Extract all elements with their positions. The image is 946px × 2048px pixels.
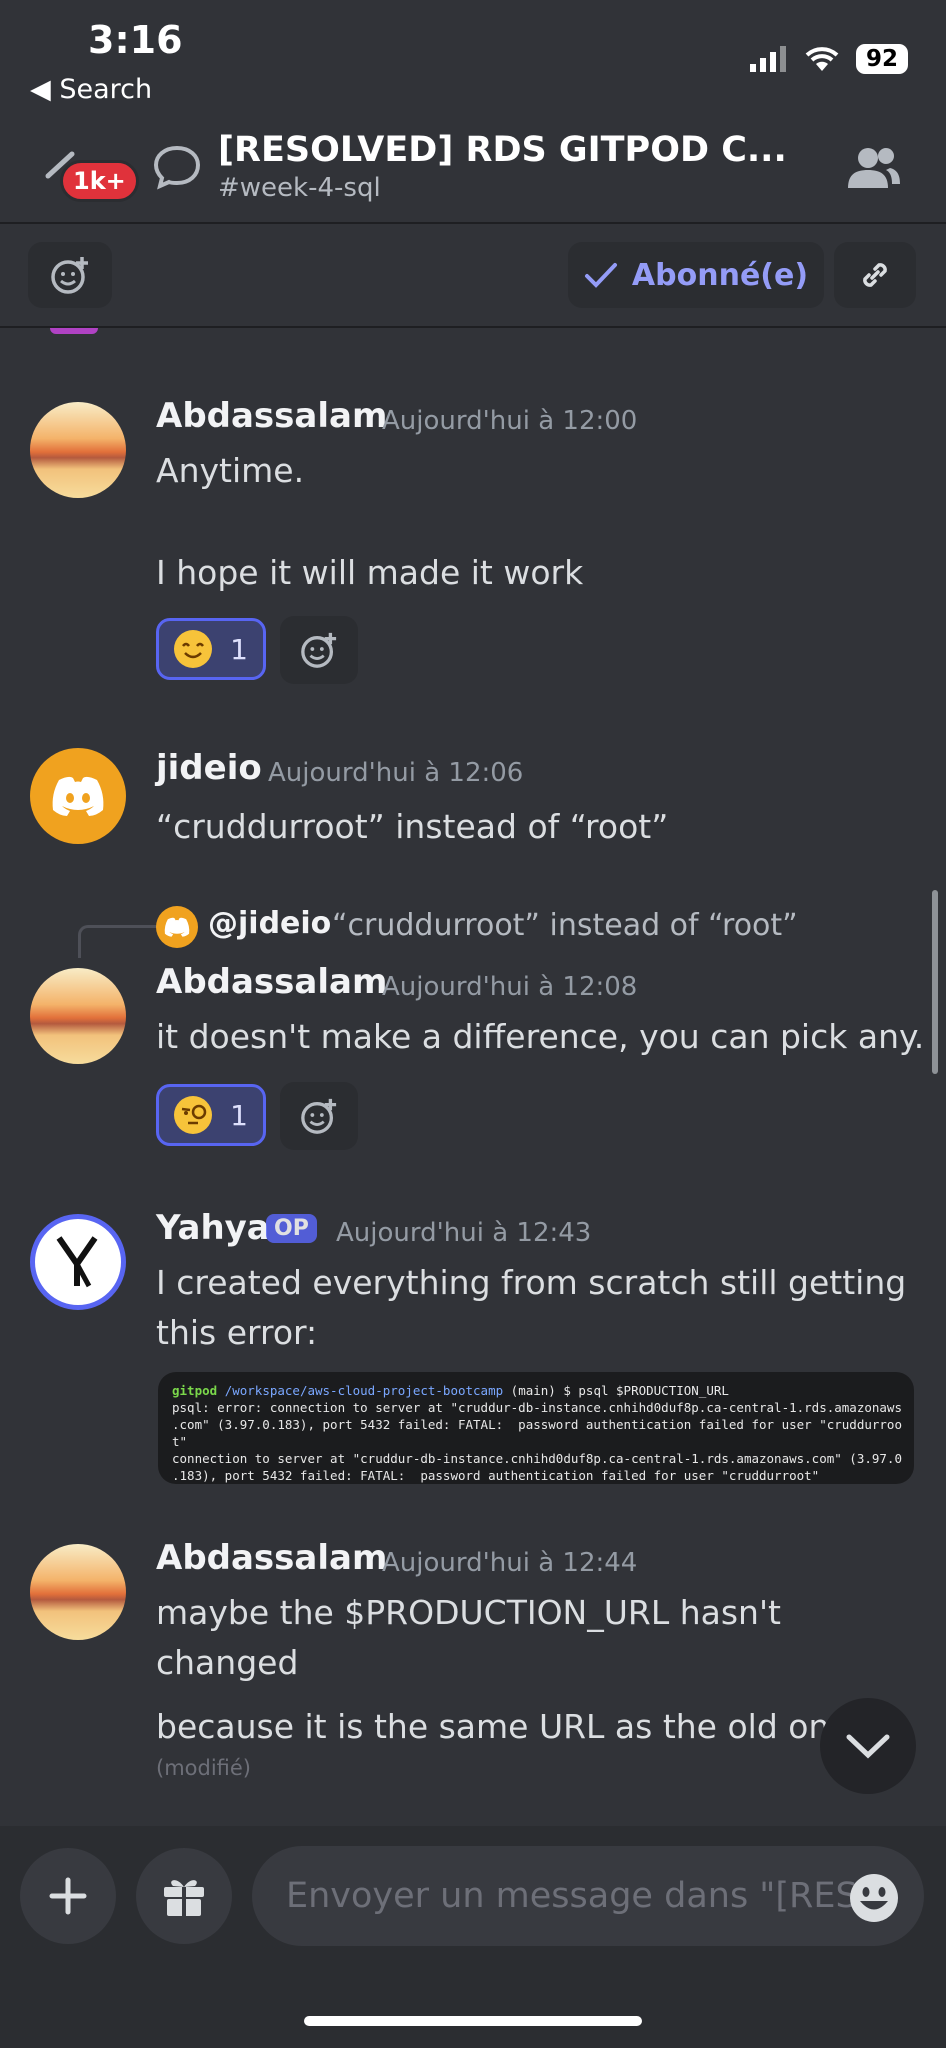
- avatar[interactable]: [30, 748, 126, 844]
- avatar[interactable]: [30, 1214, 126, 1310]
- smile-emoji-icon: [174, 630, 213, 668]
- code-line: t": [172, 1434, 188, 1449]
- reply-connector: [78, 925, 157, 958]
- emoji-add-icon: [301, 1098, 337, 1134]
- message-text: it doesn't make a difference, you can pi…: [156, 1017, 925, 1056]
- message-timestamp: Aujourd'hui à 12:44: [382, 1548, 638, 1578]
- reaction-count: 1: [230, 632, 248, 666]
- code-line: connection to server at "cruddur-db-inst…: [172, 1451, 902, 1466]
- unread-badge: 1k+: [60, 160, 139, 202]
- prompt-path: /workspace/aws-cloud-project-bootcamp: [224, 1383, 504, 1398]
- message-text: I hope it will made it work: [156, 553, 584, 592]
- user-logo-icon: [56, 1236, 98, 1288]
- message-text: “cruddurroot” instead of “root”: [156, 807, 669, 846]
- edited-label: (modifié): [156, 1756, 252, 1780]
- scrollbar-thumb[interactable]: [932, 890, 938, 1074]
- gift-button[interactable]: [136, 1848, 232, 1944]
- message-text: because it is the same URL as the old on…: [156, 1707, 826, 1746]
- reaction-chip[interactable]: 1: [156, 618, 266, 680]
- op-tag: OP: [266, 1214, 317, 1243]
- discord-logo-icon: [164, 917, 190, 937]
- follow-thread-button[interactable]: Abonné(e): [568, 242, 824, 308]
- prompt-command: (main) $ psql $PRODUCTION_URL: [503, 1383, 729, 1398]
- message-text: Anytime.: [156, 451, 305, 490]
- plus-icon: [49, 1877, 87, 1915]
- reply-preview[interactable]: “cruddurroot” instead of “root”: [332, 908, 798, 943]
- message-author[interactable]: jideio: [156, 748, 262, 788]
- battery-indicator: 92: [855, 44, 908, 74]
- avatar[interactable]: [30, 968, 126, 1064]
- avatar[interactable]: [30, 1544, 126, 1640]
- header-divider: [0, 222, 946, 224]
- copy-link-button[interactable]: [834, 242, 916, 308]
- message-author[interactable]: Abdassalam: [156, 1538, 387, 1578]
- back-to-search[interactable]: ◀ Search: [30, 74, 152, 105]
- add-reaction-button[interactable]: [280, 1082, 358, 1150]
- status-icons: 92: [749, 44, 908, 74]
- message-author[interactable]: Yahya: [156, 1208, 270, 1248]
- checkmark-icon: [584, 263, 617, 288]
- message-author[interactable]: Abdassalam: [156, 962, 387, 1002]
- thread-icon: [153, 145, 201, 190]
- attach-button[interactable]: [20, 1848, 116, 1944]
- signal-icon: [749, 46, 786, 72]
- discord-logo-icon: [52, 776, 104, 816]
- reaction-count: 1: [230, 1098, 248, 1132]
- message-timestamp: Aujourd'hui à 12:08: [382, 972, 638, 1002]
- home-indicator: [304, 2016, 642, 2026]
- message-text: I created everything from scratch still …: [156, 1263, 907, 1352]
- chevron-down-icon: [846, 1734, 890, 1759]
- members-icon[interactable]: [846, 144, 902, 190]
- emoji-add-icon: [51, 257, 88, 294]
- follow-label: Abonné(e): [631, 257, 809, 293]
- thread-title[interactable]: [RESOLVED] RDS GITPOD C...: [218, 130, 787, 170]
- reaction-chip[interactable]: 1: [156, 1084, 266, 1146]
- toolbar-divider: [0, 326, 946, 328]
- avatar[interactable]: [30, 402, 126, 498]
- message-author[interactable]: Abdassalam: [156, 396, 387, 436]
- code-line: psql: error: connection to server at "cr…: [172, 1400, 902, 1415]
- message-input[interactable]: Envoyer un message dans "[RES...: [252, 1846, 924, 1946]
- reply-avatar: [156, 906, 198, 948]
- channel-name[interactable]: #week-4-sql: [218, 173, 381, 203]
- message-timestamp: Aujourd'hui à 12:43: [336, 1218, 592, 1248]
- prompt-user: gitpod: [172, 1383, 218, 1398]
- message-timestamp: Aujourd'hui à 12:00: [382, 406, 638, 436]
- add-reaction-button[interactable]: [28, 242, 112, 308]
- previous-avatar-fragment: [50, 328, 98, 334]
- message-text: maybe the $PRODUCTION_URL hasn't changed: [156, 1593, 781, 1682]
- status-time: 3:16: [88, 18, 183, 62]
- code-screenshot[interactable]: gitpod /workspace/aws-cloud-project-boot…: [158, 1372, 914, 1484]
- code-line: .com" (3.97.0.183), port 5432 failed: FA…: [172, 1417, 902, 1432]
- jump-to-bottom-button[interactable]: [820, 1698, 916, 1794]
- emoji-add-icon: [301, 632, 337, 668]
- wifi-icon: [805, 47, 839, 71]
- code-line: .183), port 5432 failed: FATAL: password…: [172, 1468, 820, 1483]
- reply-mention[interactable]: @jideio: [208, 906, 331, 941]
- monocle-emoji-icon: [174, 1096, 213, 1134]
- link-icon: [863, 263, 887, 287]
- message-input-placeholder: Envoyer un message dans "[RES...: [286, 1876, 892, 1916]
- message-timestamp: Aujourd'hui à 12:06: [268, 758, 524, 788]
- add-reaction-button[interactable]: [280, 616, 358, 684]
- emoji-picker-icon[interactable]: [848, 1872, 900, 1924]
- gift-icon: [164, 1880, 204, 1916]
- code-line: gitpod /workspace/aws-cloud-project-boot…: [172, 1382, 900, 1399]
